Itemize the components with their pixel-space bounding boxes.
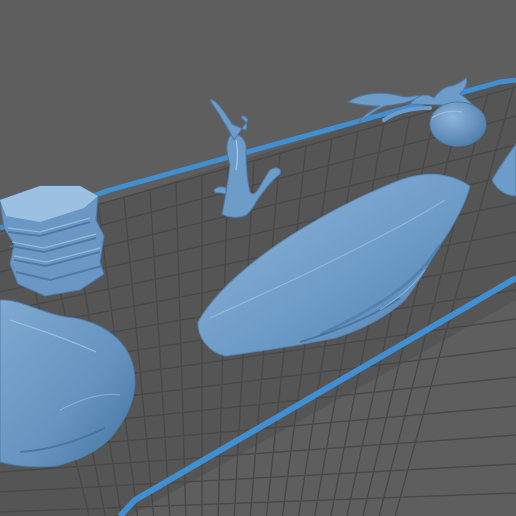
3d-viewport[interactable] <box>0 0 516 516</box>
print-bed-scene[interactable] <box>0 0 516 516</box>
